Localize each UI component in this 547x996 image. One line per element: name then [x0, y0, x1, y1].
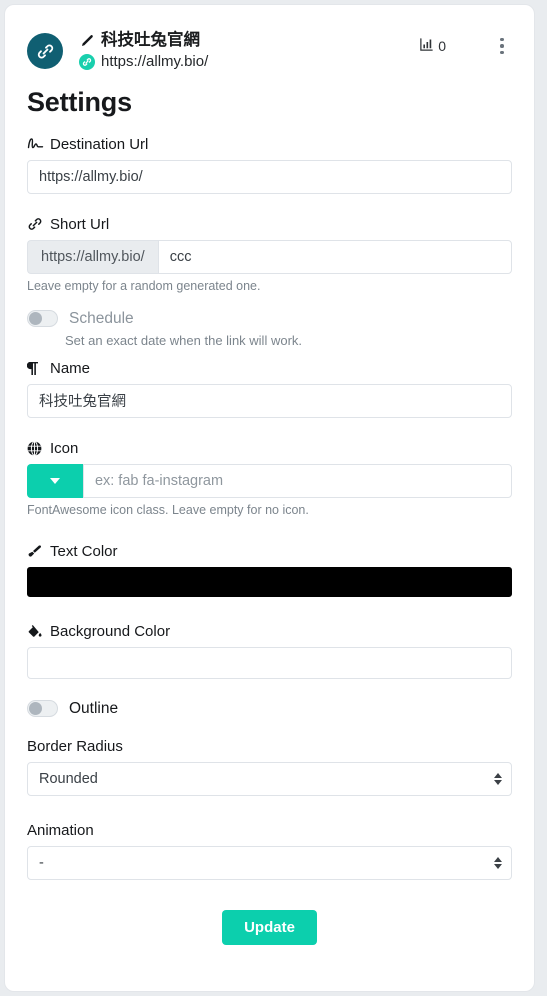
- text-color-label: Text Color: [27, 543, 512, 560]
- icon-picker-button[interactable]: [27, 463, 83, 498]
- destination-url-label-text: Destination Url: [50, 135, 149, 153]
- name-label-text: Name: [50, 359, 91, 377]
- background-color-swatch[interactable]: [27, 646, 512, 679]
- link-url: https://allmy.bio/: [101, 53, 209, 71]
- icon-field: Icon FontAwesome icon class. Leave empty…: [27, 440, 512, 517]
- schedule-toggle[interactable]: [27, 310, 58, 328]
- background-color-label-text: Background Color: [50, 622, 171, 640]
- icon-label: Icon: [27, 440, 512, 457]
- short-url-field: Short Url https://allmy.bio/ Leave empty…: [27, 216, 512, 293]
- background-color-field: Background Color: [27, 623, 512, 679]
- text-color-swatch[interactable]: [27, 566, 512, 597]
- short-url-helper: Leave empty for a random generated one.: [27, 278, 261, 293]
- text-color-field: Text Color: [27, 543, 512, 597]
- pencil-icon[interactable]: [79, 32, 96, 48]
- animation-label: Animation: [27, 821, 94, 839]
- paint-bucket-icon: [27, 624, 45, 639]
- text-color-label-text: Text Color: [50, 542, 118, 560]
- page-title: Settings: [27, 86, 132, 117]
- header-actions: 0: [419, 25, 512, 57]
- outline-label: Outline: [69, 699, 119, 717]
- outline-toggle-row[interactable]: Outline: [27, 700, 512, 718]
- globe-icon: [27, 440, 45, 456]
- icon-label-text: Icon: [50, 439, 79, 457]
- form-actions: Update: [27, 909, 512, 945]
- signature-icon: [27, 137, 45, 151]
- background-color-label: Background Color: [27, 623, 512, 640]
- bar-chart-icon: [419, 37, 434, 55]
- update-button[interactable]: Update: [222, 909, 317, 945]
- destination-url-label: Destination Url: [27, 136, 512, 153]
- paragraph-icon: [27, 361, 45, 376]
- click-count: 0: [438, 38, 446, 54]
- name-label: Name: [27, 360, 512, 377]
- link-url-row[interactable]: https://allmy.bio/: [79, 52, 419, 72]
- chevron-down-icon: [49, 477, 60, 484]
- schedule-note: Set an exact date when the link will wor…: [65, 332, 303, 348]
- link-icon: [36, 42, 55, 61]
- link-title: 科技吐兔官網: [101, 31, 200, 49]
- link-icon: [79, 54, 95, 71]
- link-identity: 科技吐兔官網 https://allmy.bio/: [79, 25, 419, 73]
- short-url-prefix: https://allmy.bio/: [27, 239, 158, 274]
- short-url-label-text: Short Url: [50, 215, 110, 233]
- avatar: [27, 33, 63, 69]
- border-radius-select[interactable]: Rounded: [27, 761, 512, 796]
- schedule-toggle-row[interactable]: Schedule: [27, 310, 512, 328]
- icon-helper: FontAwesome icon class. Leave empty for …: [27, 502, 309, 517]
- short-url-input-group: https://allmy.bio/: [27, 239, 512, 274]
- click-stats[interactable]: 0: [419, 37, 446, 55]
- schedule-field: Schedule Set an exact date when the link…: [27, 310, 512, 348]
- settings-form: Settings Destination Url https://allmy.b…: [5, 87, 534, 945]
- destination-url-field: Destination Url: [27, 136, 512, 194]
- link-title-row[interactable]: 科技吐兔官網: [79, 29, 419, 51]
- link-header: 科技吐兔官網 https://allmy.bio/ 0: [5, 5, 534, 73]
- icon-class-input[interactable]: [82, 463, 512, 498]
- animation-field: Animation -: [27, 822, 512, 880]
- short-url-label: Short Url: [27, 216, 512, 233]
- border-radius-field: Border Radius Rounded: [27, 738, 512, 796]
- border-radius-label: Border Radius: [27, 737, 123, 755]
- kebab-menu-icon[interactable]: [492, 35, 512, 57]
- schedule-label: Schedule: [69, 309, 134, 327]
- name-input[interactable]: [27, 383, 512, 418]
- short-url-input[interactable]: [157, 239, 512, 274]
- link-icon: [27, 216, 45, 232]
- paint-brush-icon: [27, 544, 45, 559]
- name-field: Name: [27, 360, 512, 418]
- icon-input-group: [27, 463, 512, 498]
- outline-toggle[interactable]: [27, 700, 58, 718]
- settings-card: 科技吐兔官網 https://allmy.bio/ 0 Settings Des…: [4, 4, 535, 992]
- destination-url-input[interactable]: [27, 159, 512, 194]
- animation-select[interactable]: -: [27, 845, 512, 880]
